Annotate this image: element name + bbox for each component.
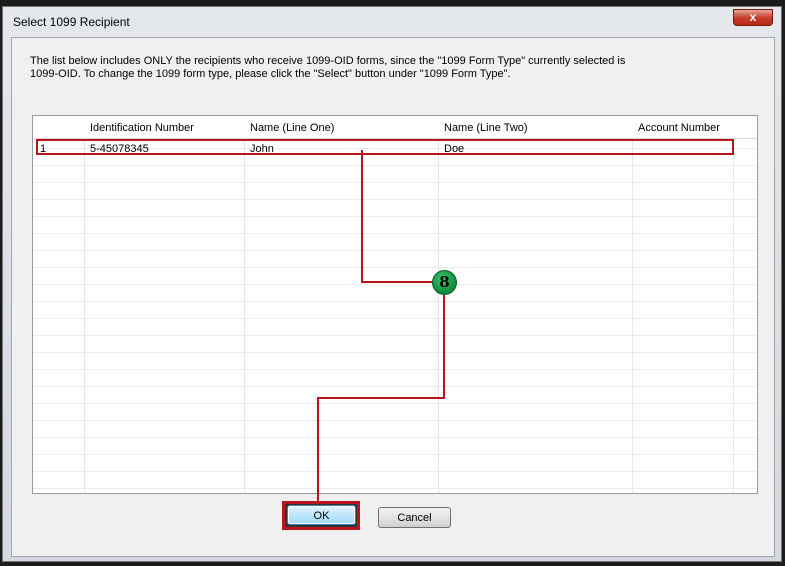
ok-button[interactable]: OK — [287, 505, 356, 525]
grid-header: Identification Number Name (Line One) Na… — [33, 116, 757, 139]
recipient-grid[interactable]: Identification Number Name (Line One) Na… — [32, 115, 758, 494]
grid-lines — [33, 116, 757, 493]
close-button[interactable]: x — [733, 9, 773, 26]
column-divider — [733, 116, 734, 493]
column-divider — [438, 116, 439, 493]
header-account-number[interactable]: Account Number — [638, 122, 720, 134]
header-identification-number[interactable]: Identification Number — [90, 122, 194, 134]
header-name-line-two[interactable]: Name (Line Two) — [444, 122, 528, 134]
title-bar[interactable]: Select 1099 Recipient x — [3, 7, 781, 37]
column-divider — [84, 116, 85, 493]
dialog-body: The list below includes ONLY the recipie… — [11, 37, 775, 557]
cancel-button[interactable]: Cancel — [378, 507, 451, 528]
window-title: Select 1099 Recipient — [13, 15, 130, 29]
close-icon: x — [749, 10, 757, 24]
dialog-window: Select 1099 Recipient x The list below i… — [2, 6, 782, 562]
header-name-line-one[interactable]: Name (Line One) — [250, 122, 334, 134]
info-text: The list below includes ONLY the recipie… — [30, 55, 626, 80]
column-divider — [244, 116, 245, 493]
column-divider — [632, 116, 633, 493]
step-badge: 8 — [432, 270, 457, 295]
row-highlight-box — [36, 139, 734, 155]
